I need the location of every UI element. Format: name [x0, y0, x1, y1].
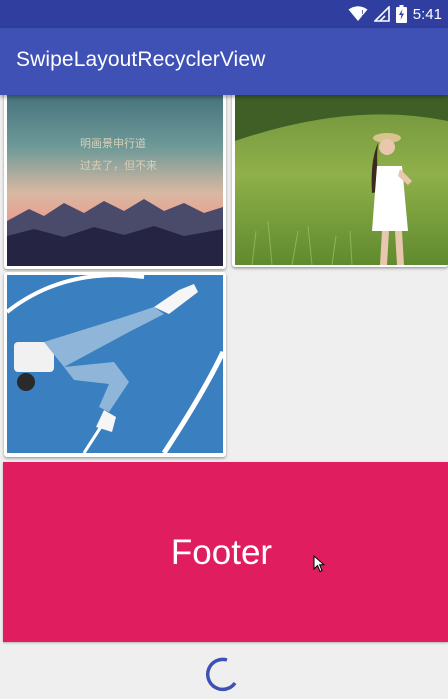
grid-item-sunset[interactable]: 明画景申行道 过去了，但不来 [4, 95, 226, 269]
svg-text:!: ! [361, 9, 364, 18]
grid-item-court[interactable] [4, 272, 226, 457]
loading-spinner-icon [205, 657, 237, 692]
image-caption-line-1: 明画景申行道 [80, 136, 146, 150]
footer-label: Footer [170, 533, 273, 572]
app-title: SwipeLayoutRecyclerView [16, 48, 266, 71]
footer: Footer [3, 462, 448, 642]
status-bar: ! 5:41 [0, 0, 448, 28]
recycler-view[interactable]: 明画景申行道 过去了，但不来 Footer [0, 95, 448, 699]
status-time: 5:41 [412, 5, 442, 23]
status-icons: ! 5:41 [348, 3, 442, 25]
image-caption-line-2: 过去了，但不来 [80, 159, 157, 172]
app-bar: SwipeLayoutRecyclerView [0, 28, 448, 95]
grid-item-girl[interactable] [232, 95, 448, 267]
battery-icon [395, 5, 407, 23]
signal-icon [373, 6, 390, 22]
mouse-cursor-icon [313, 555, 325, 573]
girl-in-grass-field-image [235, 95, 448, 266]
wifi-icon: ! [348, 6, 368, 22]
sunset-mountains-image: 明画景申行道 过去了，但不来 [7, 95, 223, 266]
person-lying-on-court-image [5, 273, 226, 455]
